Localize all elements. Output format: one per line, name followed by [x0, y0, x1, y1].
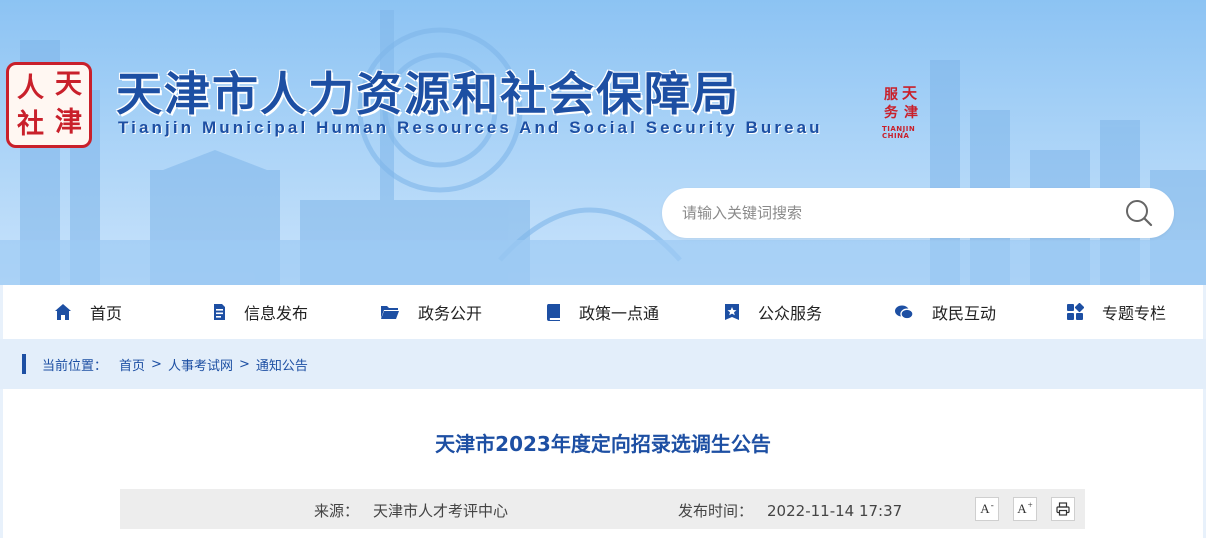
breadcrumb-accent [22, 354, 26, 374]
mini-seal-char: 服 [884, 87, 898, 103]
article-publish-time: 发布时间： 2022-11-14 17:37 [678, 500, 902, 521]
nav-item-news[interactable]: 信息发布 [212, 285, 308, 339]
mini-seal-caption: TIANJIN CHINA [882, 125, 916, 140]
city-skyline-illustration [0, 10, 1206, 285]
grid-icon [1067, 303, 1084, 320]
site-subtitle: Tianjin Municipal Human Resources And So… [118, 118, 823, 137]
nav-item-interaction[interactable]: 政民互动 [894, 285, 996, 339]
search-box [662, 188, 1174, 238]
breadcrumb-link-notices[interactable]: 通知公告 [256, 355, 308, 374]
font-smaller-letter: A [980, 501, 990, 516]
search-input[interactable] [682, 200, 1102, 226]
font-larger-letter: A [1017, 501, 1027, 516]
print-icon [1056, 502, 1070, 516]
book-icon [546, 304, 560, 321]
breadcrumb: 当前位置： 首页 > 人事考试网 > 通知公告 [42, 355, 308, 374]
seal-char: 天 [55, 69, 82, 100]
document-icon [214, 304, 225, 320]
nav-item-label: 公众服务 [758, 304, 823, 323]
nav-item-policy[interactable]: 政策一点通 [546, 285, 659, 339]
nav-item-label: 政务公开 [418, 304, 483, 323]
mini-seal-char: 津 [904, 105, 918, 121]
home-icon [55, 304, 71, 320]
breadcrumb-link-exam[interactable]: 人事考试网 [168, 355, 233, 374]
breadcrumb-label: 当前位置： [42, 358, 108, 374]
article-source: 来源： 天津市人才考评中心 [314, 500, 508, 521]
nav-item-special-topics[interactable]: 专题专栏 [1066, 285, 1166, 339]
font-smaller-sign: - [990, 500, 994, 510]
seal-char: 人 [17, 73, 44, 104]
tianjin-service-logo: 服 天 务 津 TIANJIN CHINA [882, 84, 928, 140]
site-title: 天津市人力资源和社会保障局 [116, 67, 740, 121]
nav-item-label: 政策一点通 [579, 304, 660, 323]
breadcrumb-separator: > [151, 356, 162, 372]
seal-char: 社 [17, 109, 44, 140]
breadcrumb-link-home[interactable]: 首页 [119, 355, 145, 374]
nav-item-label: 政民互动 [932, 304, 997, 323]
seal-char: 津 [55, 107, 82, 138]
mini-seal-char: 务 [884, 105, 898, 121]
nav-item-label: 专题专栏 [1102, 304, 1167, 323]
article-title: 天津市2023年度定向招录选调生公告 [435, 432, 771, 456]
print-button[interactable] [1051, 497, 1075, 521]
bureau-logo-seal: 人 天 社 津 [6, 62, 92, 148]
source-value: 天津市人才考评中心 [373, 502, 509, 520]
nav-item-gov-affairs[interactable]: 政务公开 [380, 285, 482, 339]
breadcrumb-separator: > [238, 356, 250, 372]
publish-time-value: 2022-11-14 17:37 [767, 502, 903, 520]
article-meta-bar [120, 489, 1085, 529]
nav-item-public-service[interactable]: 公众服务 [724, 285, 822, 339]
font-smaller-button[interactable]: A- [975, 497, 999, 521]
search-icon[interactable] [1124, 198, 1154, 228]
nav-item-label: 信息发布 [244, 304, 309, 323]
nav-item-label: 首页 [90, 304, 123, 323]
font-larger-sign: + [1027, 500, 1033, 510]
source-label: 来源： [314, 502, 360, 520]
folder-icon [381, 306, 399, 319]
star-badge-icon [725, 304, 739, 320]
publish-time-label: 发布时间： [678, 502, 754, 520]
nav-item-home[interactable]: 首页 [54, 285, 122, 339]
mini-seal-char: 天 [902, 84, 918, 102]
font-larger-button[interactable]: A + [1013, 497, 1037, 521]
chat-icon [895, 305, 914, 320]
header-banner [0, 0, 1206, 285]
